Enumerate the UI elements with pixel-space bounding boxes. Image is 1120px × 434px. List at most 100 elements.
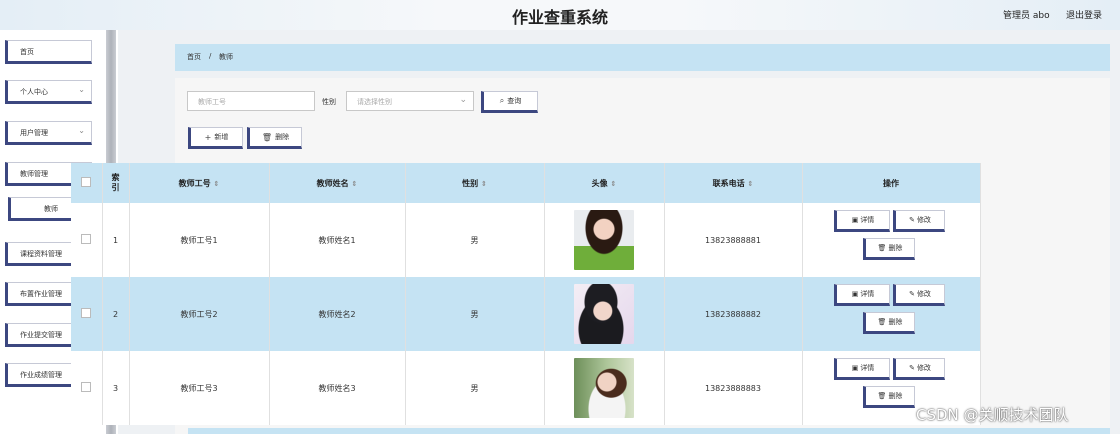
detail-button[interactable]: ▣ 详情: [834, 210, 890, 232]
table-next-row-strip: [188, 428, 1110, 434]
breadcrumb-separator: /: [209, 52, 212, 60]
query-button[interactable]: ⌕ 查询: [481, 91, 538, 113]
row-delete-button[interactable]: 🗑 删除: [863, 386, 915, 408]
detail-button[interactable]: ▣ 详情: [834, 284, 890, 306]
row-teacher-no: 教师工号1: [129, 203, 270, 277]
header-avatar-label: 头像: [591, 178, 608, 188]
header-avatar[interactable]: 头像 ⇕: [544, 163, 665, 203]
breadcrumb: 首页 / 教师: [175, 44, 1110, 71]
table-row: 2 教师工号2 教师姓名2 男 13823888882 ▣ 详情 ✎ 修改 🗑 删除: [71, 277, 981, 351]
avatar[interactable]: [574, 284, 634, 344]
row-phone: 13823888883: [664, 351, 803, 425]
top-header: 作业查重系统 管理员 abo 退出登录: [0, 0, 1120, 30]
header-teacher-no[interactable]: 教师工号 ⇕: [129, 163, 270, 203]
sidebar-item-label: 布置作业管理: [20, 290, 62, 298]
edit-button-label: 修改: [916, 216, 931, 224]
breadcrumb-current: 教师: [219, 53, 233, 61]
row-checkbox[interactable]: [81, 382, 92, 392]
row-select-cell[interactable]: [71, 277, 103, 351]
sidebar-item-profile[interactable]: 个人中心 ⌄: [5, 80, 92, 104]
row-select-cell[interactable]: [71, 203, 103, 277]
row-avatar-cell: [544, 277, 665, 351]
detail-button[interactable]: ▣ 详情: [834, 358, 890, 380]
sort-icon: ⇕: [747, 179, 754, 188]
row-phone: 13823888881: [664, 203, 803, 277]
row-actions: ▣ 详情 ✎ 修改 🗑 删除: [831, 284, 951, 344]
chevron-down-icon: ⌄: [459, 95, 467, 105]
delete-button[interactable]: 🗑 删除: [247, 127, 302, 149]
delete-button-label: 删除: [275, 133, 290, 141]
detail-icon: ▣: [851, 290, 859, 298]
detail-button-label: 详情: [860, 364, 875, 372]
row-phone: 13823888882: [664, 277, 803, 351]
teacher-table: 索引 教师工号 ⇕ 教师姓名 ⇕ 性别 ⇕ 头像 ⇕ 联系电话 ⇕ 操作 1 教…: [71, 163, 981, 425]
sidebar-item-label: 教师管理: [20, 170, 48, 178]
edit-button-label: 修改: [916, 364, 931, 372]
trash-icon: 🗑: [877, 318, 887, 326]
row-checkbox[interactable]: [81, 234, 92, 244]
sort-icon: ⇕: [351, 179, 358, 188]
row-avatar-cell: [544, 203, 665, 277]
avatar[interactable]: [574, 210, 634, 270]
edit-icon: ✎: [909, 290, 915, 298]
select-all-checkbox[interactable]: [81, 177, 92, 187]
sort-icon: ⇕: [213, 179, 220, 188]
edit-button-label: 修改: [916, 290, 931, 298]
search-icon: ⌕: [499, 96, 505, 105]
header-phone[interactable]: 联系电话 ⇕: [664, 163, 803, 203]
logout-link[interactable]: 退出登录: [1066, 8, 1102, 21]
row-delete-label: 删除: [888, 244, 903, 252]
edit-button[interactable]: ✎ 修改: [893, 284, 945, 306]
row-teacher-no: 教师工号2: [129, 277, 270, 351]
trash-icon: 🗑: [261, 132, 273, 142]
row-delete-button[interactable]: 🗑 删除: [863, 312, 915, 334]
row-delete-label: 删除: [888, 318, 903, 326]
sort-icon: ⇕: [610, 179, 617, 188]
teacher-no-input[interactable]: 教师工号: [187, 91, 315, 111]
sidebar-item-label: 课程资料管理: [20, 250, 62, 258]
row-actions: ▣ 详情 ✎ 修改 🗑 删除: [831, 210, 951, 270]
trash-icon: 🗑: [877, 244, 887, 252]
add-button[interactable]: + 新增: [188, 127, 243, 149]
gender-select-placeholder: 请选择性别: [357, 98, 392, 106]
avatar[interactable]: [574, 358, 634, 418]
gender-select[interactable]: 请选择性别 ⌄: [346, 91, 474, 111]
sidebar-item-user-mgmt[interactable]: 用户管理 ⌄: [5, 121, 92, 145]
header-gender-label: 性别: [462, 178, 479, 188]
sort-icon: ⇕: [480, 179, 487, 188]
add-button-label: 新增: [214, 133, 229, 141]
row-ops-cell: ▣ 详情 ✎ 修改 🗑 删除: [802, 277, 981, 351]
row-index: 1: [102, 203, 130, 277]
row-index: 3: [102, 351, 130, 425]
header-ops: 操作: [802, 163, 981, 203]
gender-label: 性别: [322, 98, 336, 106]
row-gender: 男: [405, 203, 545, 277]
sidebar-item-label: 个人中心: [20, 88, 48, 96]
detail-icon: ▣: [851, 364, 859, 372]
row-checkbox[interactable]: [81, 308, 92, 318]
edit-button[interactable]: ✎ 修改: [893, 210, 945, 232]
detail-button-label: 详情: [860, 290, 875, 298]
row-delete-button[interactable]: 🗑 删除: [863, 238, 915, 260]
chevron-down-icon: ⌄: [78, 126, 85, 135]
trash-icon: 🗑: [877, 392, 887, 400]
query-button-label: 查询: [507, 97, 522, 105]
watermark: CSDN @关顺技术团队: [916, 406, 1069, 424]
sidebar-item-label: 用户管理: [20, 129, 48, 137]
row-select-cell[interactable]: [71, 351, 103, 425]
select-all-cell[interactable]: [71, 163, 103, 203]
row-teacher-name: 教师姓名1: [269, 203, 406, 277]
admin-name: 管理员 abo: [1003, 11, 1050, 21]
header-gender[interactable]: 性别 ⇕: [405, 163, 545, 203]
sidebar-item-home[interactable]: 首页: [5, 40, 92, 64]
edit-icon: ✎: [909, 216, 915, 224]
header-teacher-name[interactable]: 教师姓名 ⇕: [269, 163, 406, 203]
edit-icon: ✎: [909, 364, 915, 372]
row-teacher-no: 教师工号3: [129, 351, 270, 425]
breadcrumb-home[interactable]: 首页: [187, 52, 201, 62]
app-title: 作业查重系统: [511, 8, 608, 27]
detail-icon: ▣: [851, 216, 859, 224]
table-header-row: 索引 教师工号 ⇕ 教师姓名 ⇕ 性别 ⇕ 头像 ⇕ 联系电话 ⇕ 操作: [71, 163, 981, 203]
row-index: 2: [102, 277, 130, 351]
edit-button[interactable]: ✎ 修改: [893, 358, 945, 380]
